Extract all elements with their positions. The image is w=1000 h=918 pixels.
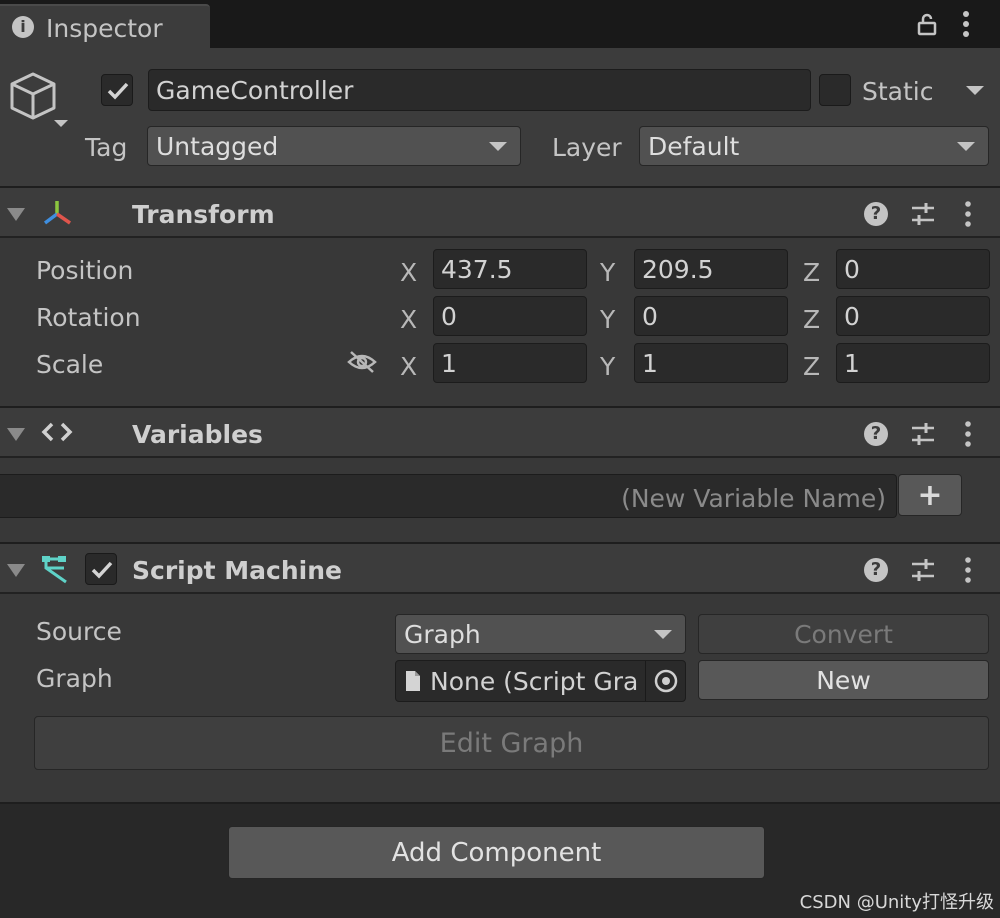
lock-icon[interactable] bbox=[915, 12, 939, 36]
scale-y-field[interactable]: 1 bbox=[634, 343, 788, 383]
help-icon[interactable]: ? bbox=[864, 558, 888, 582]
chevron-down-icon bbox=[654, 630, 672, 639]
tab-menu-icon[interactable] bbox=[958, 10, 974, 38]
add-component-button[interactable]: Add Component bbox=[228, 826, 765, 879]
script-machine-header[interactable]: Script Machine ? bbox=[0, 542, 1000, 594]
script-machine-icon bbox=[42, 556, 67, 584]
presets-icon[interactable] bbox=[910, 557, 936, 583]
new-variable-placeholder: (New Variable Name) bbox=[621, 484, 886, 513]
edit-graph-label: Edit Graph bbox=[439, 727, 584, 759]
target-picker-icon bbox=[654, 669, 678, 693]
object-name-field[interactable]: GameController bbox=[148, 69, 811, 111]
source-dropdown[interactable]: Graph bbox=[395, 614, 686, 654]
script-machine-title: Script Machine bbox=[132, 556, 342, 585]
document-icon bbox=[406, 671, 420, 691]
scale-x-field[interactable]: 1 bbox=[433, 343, 587, 383]
script-machine-enabled-checkbox[interactable] bbox=[85, 553, 117, 585]
constrain-proportions-icon[interactable] bbox=[346, 348, 378, 376]
position-y-axis[interactable]: Y bbox=[600, 258, 615, 287]
position-label: Position bbox=[36, 256, 134, 285]
layer-dropdown[interactable]: Default bbox=[639, 126, 989, 166]
checkmark-icon bbox=[107, 82, 129, 100]
rotation-z-axis[interactable]: Z bbox=[803, 305, 820, 334]
source-label: Source bbox=[36, 617, 122, 646]
static-checkbox[interactable] bbox=[819, 74, 851, 106]
plus-icon: + bbox=[917, 477, 943, 513]
gameobject-cube-icon[interactable] bbox=[6, 70, 70, 130]
source-value: Graph bbox=[404, 619, 481, 649]
static-label: Static bbox=[862, 77, 934, 106]
rotation-y-axis[interactable]: Y bbox=[600, 305, 615, 334]
convert-label: Convert bbox=[794, 619, 893, 649]
info-icon: i bbox=[12, 16, 34, 38]
component-menu-icon[interactable] bbox=[961, 420, 975, 448]
tag-label: Tag bbox=[85, 133, 128, 162]
transform-header[interactable]: Transform ? bbox=[0, 186, 1000, 238]
add-variable-button[interactable]: + bbox=[898, 474, 962, 516]
position-z-axis[interactable]: Z bbox=[803, 258, 820, 287]
checkmark-icon bbox=[91, 561, 113, 579]
new-variable-field[interactable]: (New Variable Name) bbox=[0, 474, 897, 518]
watermark: CSDN @Unity打怪升级 bbox=[799, 892, 994, 913]
variables-code-icon bbox=[41, 422, 73, 442]
active-checkbox[interactable] bbox=[101, 74, 133, 106]
variables-header[interactable]: Variables ? bbox=[0, 406, 1000, 458]
transform-title: Transform bbox=[132, 200, 275, 229]
chevron-down-icon bbox=[489, 142, 507, 151]
layer-label: Layer bbox=[552, 133, 622, 162]
position-x-axis[interactable]: X bbox=[400, 258, 417, 287]
new-graph-label: New bbox=[816, 665, 871, 695]
rotation-x-field[interactable]: 0 bbox=[433, 296, 587, 336]
tag-dropdown[interactable]: Untagged bbox=[147, 126, 521, 166]
add-component-label: Add Component bbox=[391, 837, 602, 868]
position-x-field[interactable]: 437.5 bbox=[433, 249, 587, 289]
rotation-y-field[interactable]: 0 bbox=[634, 296, 788, 336]
position-y-field[interactable]: 209.5 bbox=[634, 249, 788, 289]
layer-value: Default bbox=[648, 131, 740, 161]
foldout-arrow-icon[interactable] bbox=[7, 208, 25, 221]
component-menu-icon[interactable] bbox=[961, 556, 975, 584]
scale-y-axis[interactable]: Y bbox=[600, 352, 615, 381]
rotation-x-axis[interactable]: X bbox=[400, 305, 417, 334]
rotation-z-field[interactable]: 0 bbox=[836, 296, 990, 336]
foldout-arrow-icon[interactable] bbox=[7, 564, 25, 577]
help-icon[interactable]: ? bbox=[864, 202, 888, 226]
static-dropdown-arrow-icon[interactable] bbox=[966, 86, 984, 95]
graph-label: Graph bbox=[36, 664, 113, 693]
scale-label: Scale bbox=[36, 350, 104, 379]
inspector-tab[interactable]: i Inspector bbox=[0, 4, 210, 48]
transform-icon bbox=[43, 201, 71, 225]
scale-z-axis[interactable]: Z bbox=[803, 352, 820, 381]
tag-value: Untagged bbox=[156, 131, 279, 161]
new-graph-button[interactable]: New bbox=[698, 660, 989, 700]
edit-graph-button[interactable]: Edit Graph bbox=[34, 716, 989, 770]
inspector-tab-label: Inspector bbox=[46, 14, 163, 43]
help-icon[interactable]: ? bbox=[864, 422, 888, 446]
graph-object-value: None (Script Gra bbox=[430, 666, 639, 696]
scale-z-field[interactable]: 1 bbox=[836, 343, 990, 383]
variables-title: Variables bbox=[132, 420, 263, 449]
foldout-arrow-icon[interactable] bbox=[7, 428, 25, 441]
rotation-label: Rotation bbox=[36, 303, 141, 332]
convert-button[interactable]: Convert bbox=[698, 614, 989, 654]
graph-object-field[interactable]: None (Script Gra bbox=[395, 660, 686, 702]
scale-x-axis[interactable]: X bbox=[400, 352, 417, 381]
presets-icon[interactable] bbox=[910, 201, 936, 227]
object-picker-button[interactable] bbox=[645, 661, 685, 701]
position-z-field[interactable]: 0 bbox=[836, 249, 990, 289]
presets-icon[interactable] bbox=[910, 421, 936, 447]
chevron-down-icon bbox=[957, 142, 975, 151]
component-menu-icon[interactable] bbox=[961, 200, 975, 228]
